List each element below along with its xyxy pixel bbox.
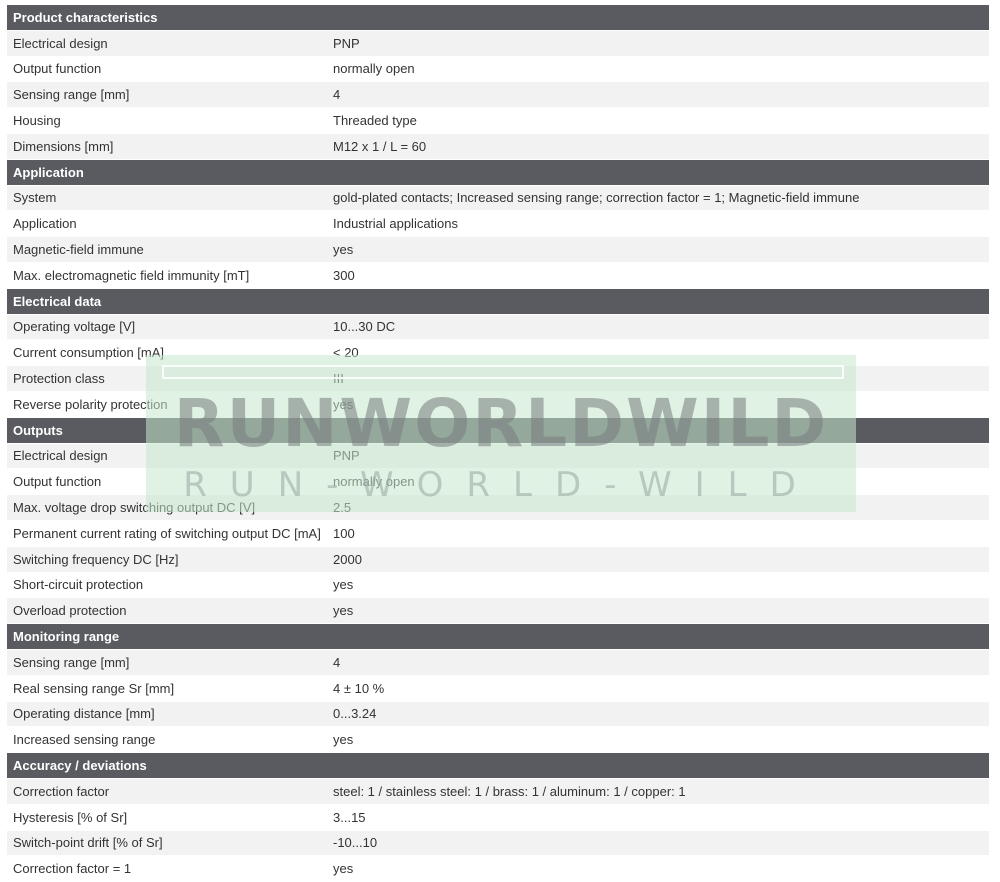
row-label: Dimensions [mm] — [13, 138, 114, 154]
row-value: Threaded type — [333, 113, 417, 129]
table-row: Magnetic-field immune yes — [7, 237, 989, 263]
table-row: Output function normally open — [7, 469, 989, 496]
table-row: Increased sensing range yes — [7, 727, 989, 754]
table-row: Max. voltage drop switching output DC [V… — [7, 495, 989, 521]
row-label: Electrical design — [13, 448, 108, 464]
table-row: Operating voltage [V] 10...30 DC — [7, 314, 989, 341]
row-value: gold-plated contacts; Increased sensing … — [333, 190, 860, 206]
row-label: Max. voltage drop switching output DC [V… — [13, 500, 256, 516]
row-label: Correction factor — [13, 783, 110, 799]
table-row: Current consumption [mA] < 20 — [7, 340, 989, 367]
row-label: Sensing range [mm] — [13, 87, 130, 103]
section-header: Application — [7, 159, 989, 186]
row-value: 4 — [333, 654, 341, 670]
section-header: Outputs — [7, 417, 989, 444]
table-row: Permanent current rating of switching ou… — [7, 520, 989, 547]
row-label: Output function — [13, 474, 102, 490]
spec-table: Product characteristics Electrical design… — [7, 5, 989, 882]
row-label: Operating voltage [V] — [13, 319, 136, 335]
table-row: Switch-point drift [% of Sr] -10...10 — [7, 830, 989, 857]
table-row: Overload protection yes — [7, 598, 989, 625]
row-value: yes — [333, 396, 354, 412]
row-label: Max. electromagnetic field immunity [mT] — [13, 267, 250, 283]
row-label: System — [13, 190, 57, 206]
row-label: Hysteresis [% of Sr] — [13, 809, 128, 825]
section-header: Monitoring range — [7, 624, 989, 650]
table-row: Dimensions [mm] M12 x 1 / L = 60 — [7, 133, 989, 160]
row-label: Magnetic-field immune — [13, 242, 144, 258]
section-header: Accuracy / deviations — [7, 753, 989, 779]
row-value: III — [333, 371, 344, 387]
row-label: Switch-point drift [% of Sr] — [13, 835, 163, 851]
row-value: 100 — [333, 525, 355, 541]
row-value: -10...10 — [333, 835, 378, 851]
row-value: PNP — [333, 448, 360, 464]
row-value: 10...30 DC — [333, 319, 396, 335]
row-value: 2000 — [333, 551, 362, 567]
row-value: normally open — [333, 474, 415, 490]
row-label: Real sensing range Sr [mm] — [13, 680, 175, 696]
row-value: 4 ± 10 % — [333, 680, 385, 696]
row-label: Output function — [13, 61, 102, 77]
section-header: Electrical data — [7, 288, 989, 315]
row-label: Correction factor = 1 — [13, 861, 132, 877]
table-row: Short-circuit protection yes — [7, 572, 989, 599]
row-value: M12 x 1 / L = 60 — [333, 138, 427, 154]
row-label: Switching frequency DC [Hz] — [13, 551, 179, 567]
row-label: Reverse polarity protection — [13, 396, 168, 412]
row-value: yes — [333, 603, 354, 619]
table-row: Sensing range [mm] 4 — [7, 649, 989, 676]
table-row: Switching frequency DC [Hz] 2000 — [7, 546, 989, 573]
row-value: yes — [333, 577, 354, 593]
table-row: Real sensing range Sr [mm] 4 ± 10 % — [7, 675, 989, 702]
row-value: normally open — [333, 61, 415, 77]
row-value: yes — [333, 242, 354, 258]
row-value: yes — [333, 861, 354, 877]
row-label: Application — [13, 216, 77, 232]
table-row: Correction factor steel: 1 / stainless st… — [7, 778, 989, 805]
table-row: Correction factor = 1 yes — [7, 856, 989, 882]
row-value: PNP — [333, 35, 360, 51]
row-value: steel: 1 / stainless steel: 1 / brass: 1… — [333, 783, 686, 799]
table-row: Housing Threaded type — [7, 108, 989, 134]
row-value: 3...15 — [333, 809, 366, 825]
row-value: yes — [333, 732, 354, 748]
row-value: 4 — [333, 87, 341, 103]
row-label: Electrical design — [13, 35, 108, 51]
row-label: Protection class — [13, 371, 105, 387]
table-row: Electrical design PNP — [7, 30, 989, 57]
row-label: Permanent current rating of switching ou… — [13, 525, 321, 541]
row-label: Increased sensing range — [13, 732, 156, 748]
table-row: Protection class III — [7, 366, 989, 392]
row-value: 0...3.24 — [333, 706, 377, 722]
table-row: Application Industrial applications — [7, 211, 989, 238]
table-row: Electrical design PNP — [7, 443, 989, 470]
row-label: Sensing range [mm] — [13, 654, 130, 670]
table-row: Output function normally open — [7, 56, 989, 83]
row-label: Operating distance [mm] — [13, 706, 155, 722]
row-value: 300 — [333, 267, 355, 283]
row-value: Industrial applications — [333, 216, 459, 232]
row-label: Overload protection — [13, 603, 127, 619]
table-row: Operating distance [mm] 0...3.24 — [7, 701, 989, 728]
row-label: Housing — [13, 113, 61, 129]
table-row: System gold-plated contacts; Increased se… — [7, 185, 989, 212]
table-row: Hysteresis [% of Sr] 3...15 — [7, 804, 989, 831]
table-row: Reverse polarity protection yes — [7, 391, 989, 418]
table-row: Max. electromagnetic field immunity [mT]… — [7, 262, 989, 289]
row-label: Current consumption [mA] — [13, 345, 165, 361]
row-value: < 20 — [333, 345, 359, 361]
section-header: Product characteristics — [7, 5, 989, 31]
table-row: Sensing range [mm] 4 — [7, 82, 989, 109]
row-value: 2.5 — [333, 500, 352, 516]
row-label: Short-circuit protection — [13, 577, 144, 593]
